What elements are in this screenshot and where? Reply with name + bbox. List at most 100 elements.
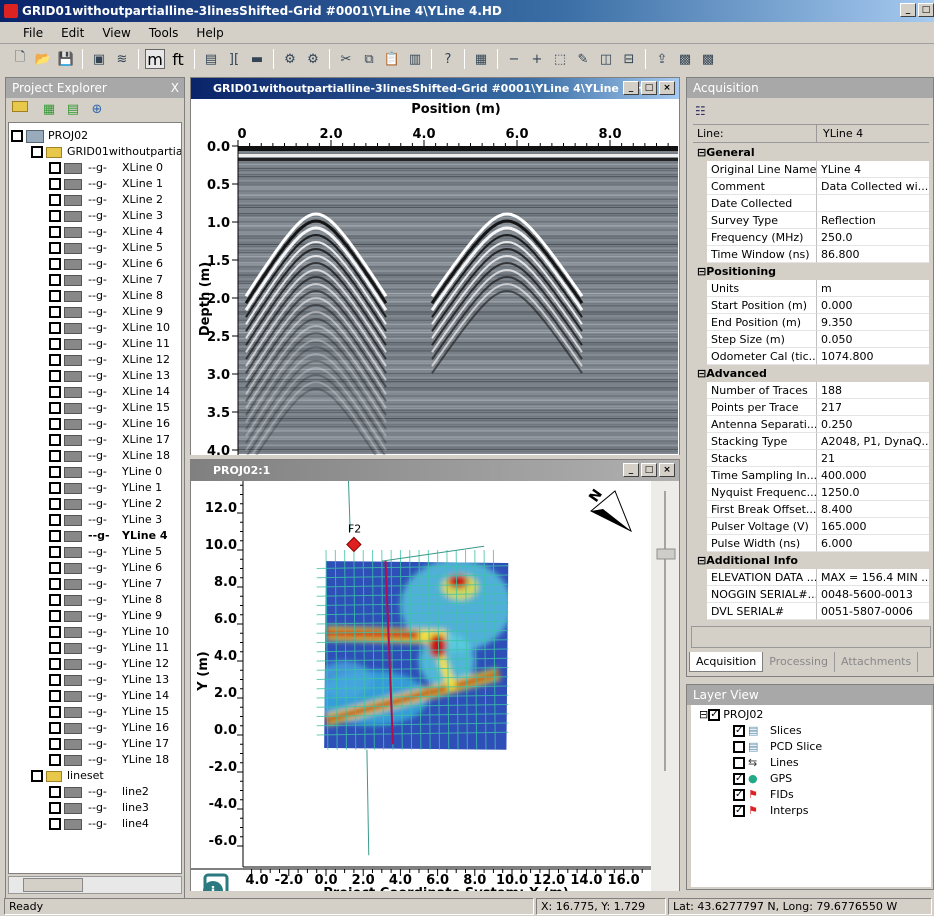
property-value[interactable]: 9.350 <box>817 314 929 331</box>
checkbox[interactable] <box>49 658 61 670</box>
property-value[interactable]: 1074.800 <box>817 348 929 365</box>
tree-horizontal-scrollbar[interactable] <box>8 876 182 894</box>
checkbox[interactable] <box>31 146 43 158</box>
property-value[interactable]: 0.250 <box>817 416 929 433</box>
settings2-icon[interactable]: ⚙ <box>303 49 323 69</box>
checkbox[interactable] <box>49 402 61 414</box>
property-category[interactable]: ⊟ Additional Info <box>693 552 929 569</box>
tree-item[interactable]: --g- YLine 4 <box>49 528 168 544</box>
close-button[interactable]: × <box>659 463 675 477</box>
tree-item[interactable]: --g- XLine 9 <box>49 304 163 320</box>
scrollbar-thumb[interactable] <box>23 878 83 892</box>
menu-tools[interactable]: Tools <box>140 26 188 40</box>
layer-item[interactable]: ✓ ● GPS <box>733 771 792 787</box>
checkbox[interactable] <box>49 354 61 366</box>
tree-item[interactable]: --g- XLine 5 <box>49 240 163 256</box>
checkbox[interactable] <box>49 242 61 254</box>
checkbox[interactable] <box>49 482 61 494</box>
collapse-icon[interactable]: ⊟ <box>697 263 706 280</box>
property-row[interactable]: Pulser Voltage (V) 165.000 <box>693 518 929 535</box>
property-row[interactable]: Nyquist Frequenc... 1250.0 <box>693 484 929 501</box>
save-icon[interactable]: 💾 <box>56 49 76 69</box>
property-row[interactable]: Units m <box>693 280 929 297</box>
checkbox[interactable] <box>49 178 61 190</box>
collapse-icon[interactable]: ⊟ <box>697 144 706 161</box>
checkbox[interactable] <box>49 578 61 590</box>
tab-attachments[interactable]: Attachments <box>835 652 919 672</box>
minimize-button[interactable]: _ <box>900 3 916 17</box>
tree-item[interactable]: --g- YLine 7 <box>49 576 162 592</box>
checkbox[interactable] <box>49 562 61 574</box>
property-row[interactable]: Time Sampling In... 400.000 <box>693 467 929 484</box>
property-value[interactable]: 8.400 <box>817 501 929 518</box>
tree-item[interactable]: --g- YLine 1 <box>49 480 162 496</box>
help-icon[interactable]: ? <box>438 49 458 69</box>
property-row[interactable]: First Break Offset... 8.400 <box>693 501 929 518</box>
property-value[interactable]: 1250.0 <box>817 484 929 501</box>
property-value[interactable]: Reflection <box>817 212 929 229</box>
tree-item[interactable]: --g- XLine 6 <box>49 256 163 272</box>
checkbox[interactable] <box>49 386 61 398</box>
property-category[interactable]: ⊟ Positioning <box>693 263 929 280</box>
property-value[interactable] <box>817 195 929 212</box>
property-value[interactable]: YLine 4 <box>817 161 929 178</box>
property-category[interactable]: ⊟ Advanced <box>693 365 929 382</box>
menu-file[interactable]: File <box>14 26 52 40</box>
checkbox[interactable] <box>49 530 61 542</box>
eraser-icon[interactable]: ◫ <box>596 49 616 69</box>
zoom-in-icon[interactable]: + <box>527 49 547 69</box>
tree-item[interactable]: --g- XLine 8 <box>49 288 163 304</box>
property-row[interactable]: Stacks 21 <box>693 450 929 467</box>
delete-icon[interactable]: ▥ <box>405 49 425 69</box>
tree-item[interactable]: --g- YLine 10 <box>49 624 169 640</box>
collapse-icon[interactable]: ⊟ <box>697 552 706 569</box>
tree-item[interactable]: --g- XLine 2 <box>49 192 163 208</box>
checkbox[interactable] <box>49 818 61 830</box>
property-row[interactable]: Survey Type Reflection <box>693 212 929 229</box>
property-value[interactable]: 0048-5600-0013 <box>817 586 929 603</box>
checkbox[interactable] <box>31 770 43 782</box>
checkbox[interactable]: ✓ <box>708 709 721 721</box>
tree-item[interactable]: --g- YLine 2 <box>49 496 162 512</box>
checkbox[interactable] <box>49 338 61 350</box>
property-row[interactable]: Original Line Name YLine 4 <box>693 161 929 178</box>
menu-help[interactable]: Help <box>187 26 232 40</box>
map-view[interactable]: F2N12.010.08.06.04.02.00.0-2.0-4.0-6.04.… <box>191 481 679 891</box>
property-row[interactable]: Pulse Width (ns) 6.000 <box>693 535 929 552</box>
checkbox[interactable]: ✓ <box>733 773 745 785</box>
property-row[interactable]: Antenna Separati... 0.250 <box>693 416 929 433</box>
property-value[interactable]: 21 <box>817 450 929 467</box>
tree-item[interactable]: GRID01withoutpartialline <box>31 144 181 160</box>
zoom-box-icon[interactable]: ⬚ <box>550 49 570 69</box>
checkbox[interactable] <box>733 741 745 753</box>
layer-item[interactable]: ✓ ⚑ FIDs <box>733 787 794 803</box>
property-value[interactable]: Data Collected wi... <box>817 178 929 195</box>
tree-item[interactable]: --g- YLine 8 <box>49 592 162 608</box>
checkbox[interactable] <box>49 786 61 798</box>
checkbox[interactable] <box>49 226 61 238</box>
layer-item[interactable]: ✓ ⚑ Interps <box>733 803 809 819</box>
open-icon[interactable]: 📂 <box>33 49 53 69</box>
meters-toggle[interactable]: m <box>145 49 165 69</box>
tree-item[interactable]: --g- YLine 17 <box>49 736 169 752</box>
split-icon[interactable]: ][ <box>224 49 244 69</box>
property-value[interactable]: 400.000 <box>817 467 929 484</box>
tree-item[interactable]: --g- XLine 14 <box>49 384 170 400</box>
menu-view[interactable]: View <box>93 26 139 40</box>
property-value[interactable]: 6.000 <box>817 535 929 552</box>
line-selector[interactable]: Line: YLine 4 <box>693 124 929 143</box>
layer-item[interactable]: ▤ PCD Slice <box>733 739 822 755</box>
tree-item[interactable]: --g- XLine 1 <box>49 176 163 192</box>
tree-item[interactable]: --g- YLine 5 <box>49 544 162 560</box>
export-icon[interactable]: ⇪ <box>652 49 672 69</box>
tree-item[interactable]: --g- XLine 4 <box>49 224 163 240</box>
checkbox[interactable] <box>49 498 61 510</box>
tree-item[interactable]: --g- YLine 13 <box>49 672 169 688</box>
checkbox[interactable] <box>49 738 61 750</box>
zoom-out-icon[interactable]: − <box>504 49 524 69</box>
tree-item[interactable]: --g- YLine 9 <box>49 608 162 624</box>
tree-item[interactable]: --g- XLine 18 <box>49 448 170 464</box>
layer-root[interactable]: ⊟ ✓ PROJ02 <box>699 707 763 723</box>
tree-item[interactable]: --g- XLine 3 <box>49 208 163 224</box>
property-row[interactable]: Time Window (ns) 86.800 <box>693 246 929 263</box>
